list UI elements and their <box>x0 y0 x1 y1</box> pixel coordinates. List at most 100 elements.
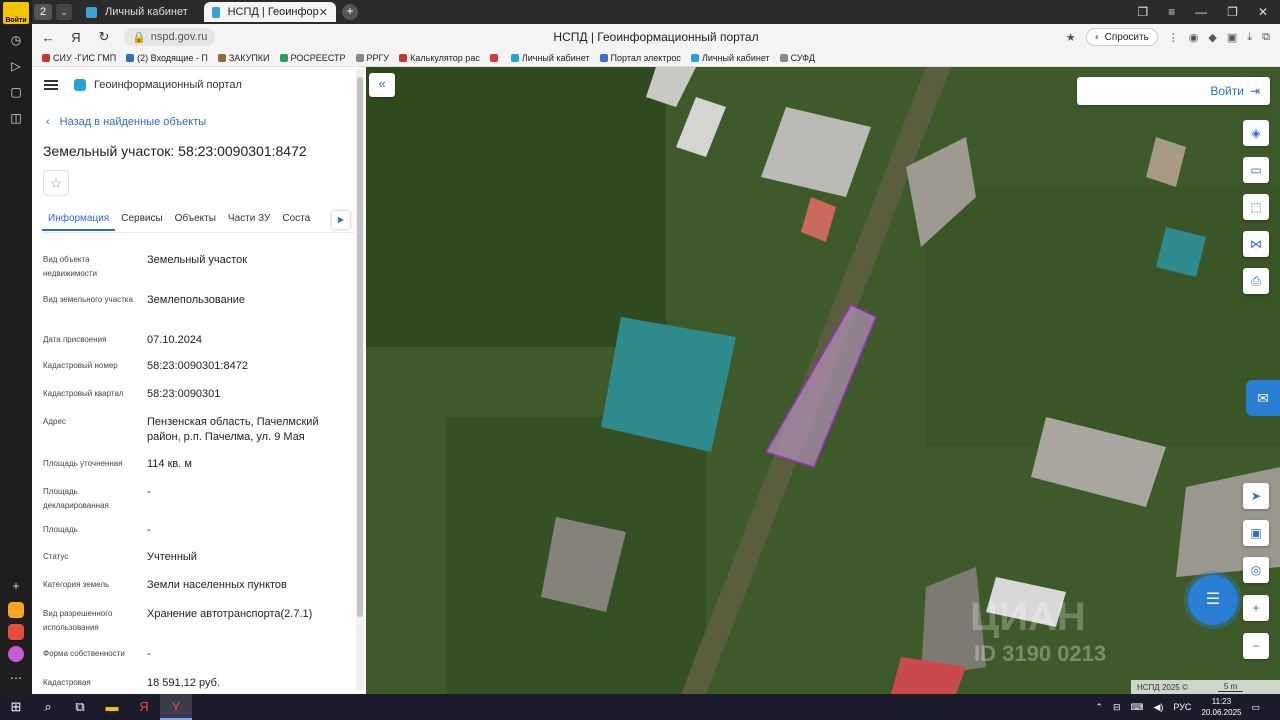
bookmark-item[interactable]: ЗАКУПКИ <box>217 53 270 63</box>
panel-header: Геоинформационный портал <box>32 67 366 103</box>
bookmark-item[interactable]: Портал электрос <box>599 53 681 63</box>
bookmark-item[interactable]: РРГУ <box>355 53 389 63</box>
clock[interactable]: 11:23 20.06.2025 <box>1201 696 1241 718</box>
menu-icon[interactable]: ≡ <box>1168 5 1175 19</box>
bookmarks-panel-icon[interactable]: ❐ <box>1137 5 1148 19</box>
extension-icon[interactable]: ◆ <box>1208 31 1216 44</box>
history-icon[interactable]: ◷ <box>6 30 26 50</box>
bookmark-item[interactable]: Калькулятор рас <box>399 53 480 63</box>
mail-icon[interactable] <box>8 624 24 640</box>
tab-personal-cabinet[interactable]: Личный кабинет <box>78 2 198 22</box>
share-icon[interactable]: ⋈ <box>1243 231 1269 257</box>
keyboard-icon[interactable]: ⌨ <box>1130 702 1143 713</box>
tabs-scroll-right-button[interactable]: ▶ <box>332 211 350 229</box>
new-tab-button[interactable]: + <box>342 4 358 20</box>
chat-support-button[interactable]: ☰ <box>1188 575 1238 625</box>
windows-start-icon[interactable]: ⊞ <box>0 694 32 720</box>
restore-icon[interactable]: ❐ <box>1227 5 1238 19</box>
bookmark-item[interactable]: СУФД <box>779 53 815 63</box>
file-explorer-icon[interactable]: ▬ <box>96 694 128 720</box>
tabs-count-icon[interactable]: ▢ <box>6 82 26 102</box>
chevron-down-icon[interactable]: ⌄ <box>56 4 72 20</box>
play-icon[interactable]: ▷ <box>6 56 26 76</box>
print-icon[interactable]: ⎙ <box>1243 268 1269 294</box>
reload-icon[interactable]: ↻ <box>92 29 116 45</box>
search-icon[interactable]: ⌕ <box>32 694 64 720</box>
tab-nspd[interactable]: НСПД | Геоинформационі ✕ <box>204 2 336 22</box>
zoom-out-button[interactable]: − <box>1243 633 1269 659</box>
minimize-icon[interactable]: — <box>1195 5 1207 19</box>
close-window-icon[interactable]: ✕ <box>1258 5 1268 19</box>
login-icon: ⇥ <box>1249 84 1260 98</box>
bookmark-item[interactable]: (2) Входящие - П <box>126 53 208 63</box>
bookmark-label: РОСРЕЕСТР <box>290 53 346 63</box>
profile-login-badge[interactable]: Войти <box>3 2 29 24</box>
watermark-id: ID 3190 0213 <box>974 641 1107 666</box>
notifications-icon[interactable]: ▭ <box>1251 702 1260 713</box>
more-options-icon[interactable]: ⋮ <box>1168 31 1179 44</box>
screenshot-icon[interactable]: ◫ <box>6 108 26 128</box>
scale-bar: 5 m <box>1217 682 1244 692</box>
bookmark-item[interactable] <box>489 54 501 62</box>
ruler-icon[interactable]: ▭ <box>1243 157 1269 183</box>
locate-icon[interactable]: ◎ <box>1243 557 1269 583</box>
bookmark-item[interactable]: Личный кабинет <box>510 53 590 63</box>
navigate-icon[interactable]: ➤ <box>1243 483 1269 509</box>
back-to-results-link[interactable]: ‹ Назад в найденные объекты <box>46 116 206 128</box>
attribute-label: Категория земель <box>43 580 110 589</box>
info-tab[interactable]: Сервисы <box>115 207 168 231</box>
extensions-icon[interactable]: ⧉ <box>1262 31 1270 44</box>
favorite-button[interactable]: ☆ <box>43 170 69 196</box>
attribute-label: Кадастровый номер <box>43 361 118 370</box>
bookmark-item[interactable]: РОСРЕЕСТР <box>279 53 346 63</box>
picture-in-picture-icon[interactable]: ▣ <box>1243 520 1269 546</box>
task-view-icon[interactable]: ⧉ <box>64 694 96 720</box>
zoom-in-button[interactable]: + <box>1243 595 1269 621</box>
bookmark-item[interactable]: Личный кабинет <box>690 53 770 63</box>
select-area-icon[interactable]: ⬚ <box>1243 194 1269 220</box>
info-tab[interactable]: Информация <box>42 207 116 231</box>
info-tab[interactable]: Части ЗУ <box>222 207 276 231</box>
feedback-icon[interactable]: ✉ <box>1246 380 1280 416</box>
assistant-icon[interactable] <box>8 646 24 662</box>
tab-count-badge[interactable]: 2 <box>34 4 52 20</box>
yandex-browser-icon[interactable]: Y <box>160 694 192 720</box>
add-icon[interactable]: + <box>6 576 26 596</box>
attribute-value: Пензенская область, Пачелмский район, р.… <box>147 416 319 443</box>
language-indicator[interactable]: РУС <box>1173 702 1191 712</box>
info-tab[interactable]: Соста <box>276 207 316 231</box>
chevron-up-icon[interactable]: ⌃ <box>1095 702 1103 713</box>
tab-bar: 2 ⌄ Личный кабинет НСПД | Геоинформацион… <box>32 0 1280 24</box>
extension-icon[interactable]: ◉ <box>1189 31 1199 44</box>
url-field[interactable]: 🔒 nspd.gov.ru <box>124 28 216 46</box>
back-icon[interactable]: ← <box>36 30 60 45</box>
bookmark-item[interactable]: СИУ -ГИС ГМП <box>42 53 116 63</box>
map-view[interactable]: « Войти ⇥ ◈ ▭ ⬚ ⋈ ⎙ ✉ ➤ ▣ ◎ ☰ + − ЦИАН I… <box>366 67 1280 694</box>
yandex-app-icon[interactable]: Я <box>128 694 160 720</box>
more-icon[interactable]: ⋯ <box>6 668 26 688</box>
volume-icon[interactable]: ◀) <box>1153 702 1163 713</box>
info-tab[interactable]: Объекты <box>169 207 222 231</box>
star-icon: ☆ <box>49 174 63 191</box>
profile-login-label: Войти <box>5 17 27 24</box>
app-shortcut-icon[interactable] <box>8 602 24 618</box>
hamburger-menu-icon[interactable] <box>44 80 58 90</box>
attribute-value: 58:23:0090301 <box>147 388 221 400</box>
bookmark-favicon-icon <box>126 54 135 62</box>
login-button[interactable]: Войти ⇥ <box>1077 77 1270 105</box>
network-icon[interactable]: ⊟ <box>1113 702 1121 713</box>
bookmark-label: Личный кабинет <box>521 53 590 63</box>
ask-button[interactable]: ◐ Спросить <box>1085 28 1158 46</box>
yandex-icon[interactable]: Я <box>64 30 88 45</box>
satellite-imagery <box>366 67 1280 694</box>
bookmark-icon[interactable]: ★ <box>1066 31 1076 44</box>
bookmark-label: Личный кабинет <box>701 53 770 63</box>
collapse-panel-button[interactable]: « <box>369 73 395 97</box>
panel-scrollbar[interactable] <box>356 69 364 690</box>
scrollbar-thumb[interactable] <box>357 77 363 617</box>
close-tab-icon[interactable]: ✕ <box>319 6 328 19</box>
layers-icon[interactable]: ◈ <box>1243 120 1269 146</box>
login-label: Войти <box>1210 84 1244 98</box>
downloads-icon[interactable]: ⤓ <box>1247 31 1252 44</box>
collections-icon[interactable]: ▣ <box>1227 31 1237 44</box>
